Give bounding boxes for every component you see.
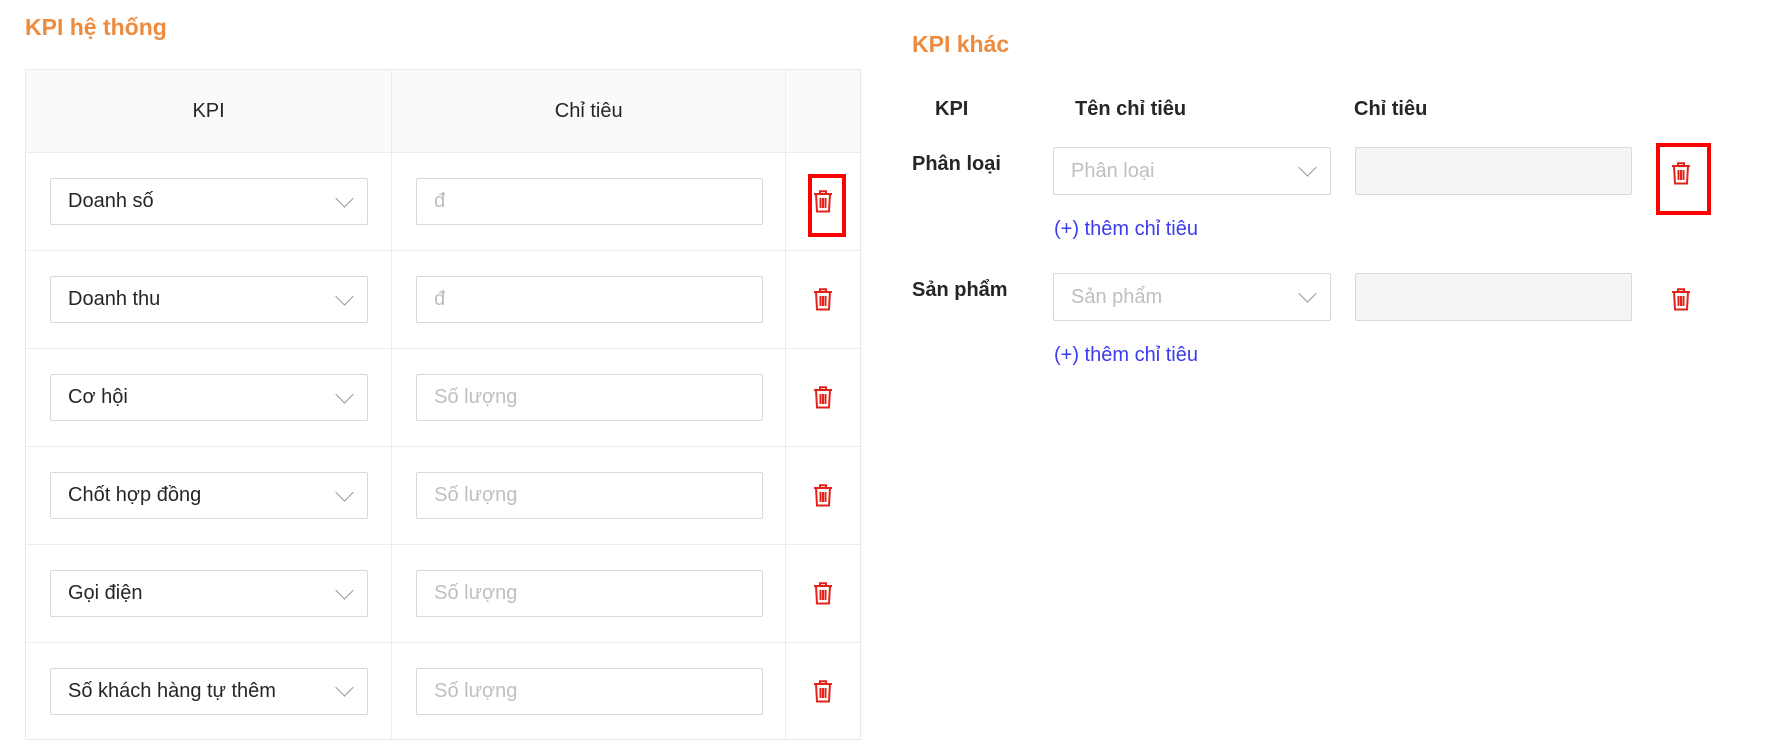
target-value-input[interactable] [1355, 273, 1632, 321]
chevron-down-icon [335, 482, 354, 502]
chevron-down-icon [335, 286, 354, 306]
target-input[interactable]: Số lượng [416, 374, 764, 421]
trash-icon [814, 484, 833, 507]
kpi-select-value: Gọi điện [68, 582, 143, 604]
table-row: Doanh số đ [26, 153, 860, 251]
add-target-link[interactable]: (+) thêm chỉ tiêu [1054, 342, 1198, 368]
target-input-placeholder: đ [434, 190, 446, 212]
delete-button[interactable] [810, 188, 836, 216]
column-header-target: Chỉ tiêu [392, 70, 787, 152]
column-header-actions [786, 70, 860, 152]
table-row: Doanh thu đ [26, 251, 860, 349]
system-kpi-title: KPI hệ thống [25, 14, 167, 40]
delete-button[interactable] [810, 384, 836, 412]
table-row: Chốt hợp đồng Số lượng [26, 447, 860, 545]
delete-button[interactable] [810, 286, 836, 314]
target-input[interactable]: Số lượng [416, 472, 764, 519]
target-input[interactable]: Số lượng [416, 667, 764, 715]
target-name-select-placeholder: Phân loại [1071, 159, 1155, 182]
chevron-down-icon [335, 580, 354, 600]
kpi-select[interactable]: Số khách hàng tự thêm [50, 667, 368, 715]
target-input-placeholder: Số lượng [434, 679, 518, 702]
kpi-select-value: Cơ hội [68, 386, 128, 408]
table-row: Cơ hội Số lượng [26, 349, 860, 447]
trash-icon [814, 288, 833, 311]
trash-icon [814, 582, 833, 605]
system-kpi-table: KPI Chỉ tiêu Doanh số đ Doanh thu đ Cơ h… [25, 69, 861, 740]
trash-icon [1672, 161, 1690, 184]
chevron-down-icon [1298, 284, 1317, 303]
table-row: Gọi điện Số lượng [26, 545, 860, 643]
target-input-placeholder: đ [434, 288, 446, 310]
add-target-link[interactable]: (+) thêm chỉ tiêu [1054, 216, 1198, 242]
kpi-select[interactable]: Gọi điện [50, 570, 368, 617]
target-name-select[interactable]: Sản phẩm [1053, 273, 1331, 321]
row-label-product: Sản phẩm [912, 279, 1008, 301]
target-input[interactable]: đ [416, 178, 764, 225]
target-input-placeholder: Số lượng [434, 582, 518, 604]
kpi-select[interactable]: Cơ hội [50, 374, 368, 421]
column-header-target-name: Tên chỉ tiêu [1075, 98, 1187, 120]
row-label-category: Phân loại [912, 153, 1001, 175]
chevron-down-icon [335, 188, 354, 208]
column-header-kpi: KPI [26, 70, 393, 152]
delete-button[interactable] [810, 482, 836, 510]
delete-button[interactable] [1668, 159, 1694, 187]
kpi-select-value: Chốt hợp đồng [68, 484, 202, 506]
chevron-down-icon [335, 678, 354, 697]
target-name-select-placeholder: Sản phẩm [1071, 285, 1163, 308]
trash-icon [1672, 287, 1690, 310]
kpi-select-value: Doanh thu [68, 288, 161, 310]
target-input[interactable]: đ [416, 276, 764, 323]
trash-icon [814, 679, 833, 702]
target-input-placeholder: Số lượng [434, 386, 518, 408]
delete-button[interactable] [1668, 285, 1694, 313]
other-kpi-title: KPI khác [912, 31, 1010, 57]
target-name-select[interactable]: Phân loại [1053, 147, 1331, 195]
kpi-select[interactable]: Chốt hợp đồng [50, 472, 368, 519]
trash-icon [814, 190, 833, 213]
kpi-select[interactable]: Doanh thu [50, 276, 368, 323]
target-input-placeholder: Số lượng [434, 484, 518, 506]
chevron-down-icon [1298, 158, 1317, 177]
kpi-select-value: Doanh số [68, 190, 154, 212]
column-header-kpi: KPI [935, 98, 969, 120]
chevron-down-icon [335, 384, 354, 404]
delete-button[interactable] [810, 580, 836, 608]
kpi-select-value: Số khách hàng tự thêm [68, 679, 276, 702]
table-row: Số khách hàng tự thêm Số lượng [26, 643, 860, 739]
delete-button[interactable] [810, 677, 836, 705]
kpi-select[interactable]: Doanh số [50, 178, 368, 225]
column-header-target: Chỉ tiêu [1354, 98, 1428, 120]
target-value-input[interactable] [1355, 147, 1632, 195]
target-input[interactable]: Số lượng [416, 570, 764, 617]
trash-icon [814, 386, 833, 409]
table-header: KPI Chỉ tiêu [26, 70, 860, 153]
